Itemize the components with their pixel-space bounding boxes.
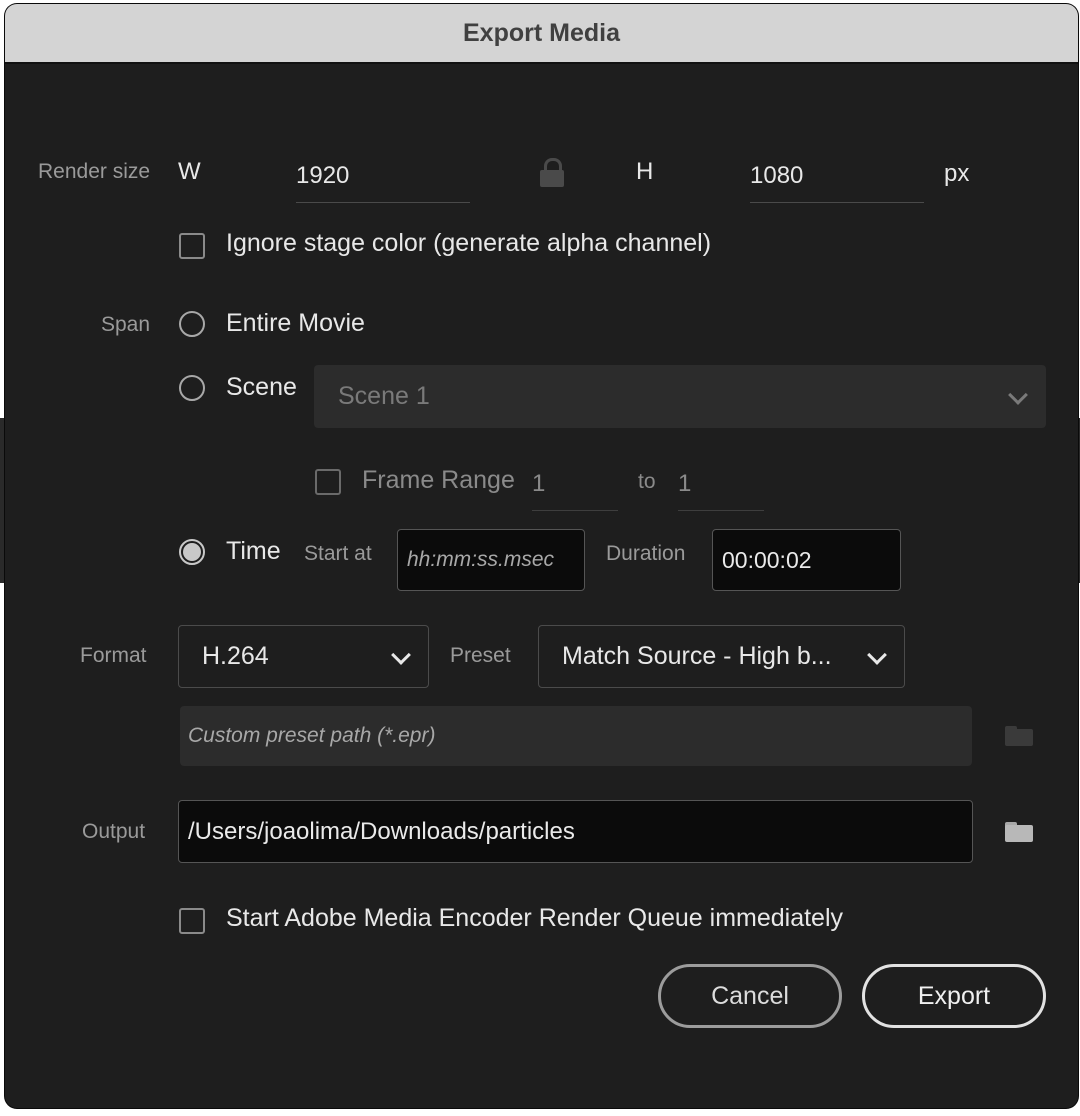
height-input[interactable]: 1080 (750, 154, 924, 203)
format-label: Format (80, 644, 147, 667)
folder-icon[interactable] (1005, 726, 1033, 746)
frame-range-from-input[interactable]: 1 (532, 462, 618, 511)
format-select[interactable]: H.264 (178, 625, 429, 688)
unit-label: px (944, 160, 970, 187)
time-label: Time (226, 537, 281, 565)
output-path-input[interactable]: /Users/joaolima/Downloads/particles (178, 800, 973, 863)
height-value: 1080 (750, 162, 804, 189)
frame-range-from-value: 1 (532, 470, 546, 497)
custom-preset-placeholder: Custom preset path (*.epr) (188, 724, 436, 747)
width-label: W (178, 158, 201, 185)
custom-preset-path-input[interactable]: Custom preset path (*.epr) (180, 706, 972, 766)
frame-range-to-value: 1 (678, 470, 692, 497)
width-input[interactable]: 1920 (296, 154, 470, 203)
span-label: Span (101, 313, 151, 336)
height-label: H (636, 158, 654, 185)
preset-select[interactable]: Match Source - High b... (538, 625, 905, 688)
lock-icon[interactable] (539, 158, 565, 188)
duration-label: Duration (606, 542, 686, 565)
scene-select[interactable]: Scene 1 (314, 365, 1046, 428)
ignore-stage-label: Ignore stage color (generate alpha chann… (226, 229, 712, 257)
render-size-label: Render size (38, 160, 151, 183)
chevron-down-icon (1008, 384, 1028, 405)
scene-label: Scene (226, 373, 297, 401)
start-at-placeholder: hh:mm:ss.msec (407, 548, 555, 571)
width-value: 1920 (296, 162, 350, 189)
duration-input[interactable]: 00:00:02 (712, 529, 901, 591)
preset-label: Preset (450, 644, 511, 667)
duration-value: 00:00:02 (722, 546, 812, 573)
export-button[interactable]: Export (862, 964, 1046, 1028)
folder-icon[interactable] (1005, 822, 1033, 842)
entire-movie-label: Entire Movie (226, 309, 365, 337)
export-media-dialog: Export Media Render size W 1920 H 1080 p… (5, 4, 1078, 1108)
time-radio[interactable] (179, 539, 205, 565)
chevron-down-icon (391, 644, 411, 665)
start-at-input[interactable]: hh:mm:ss.msec (397, 529, 585, 591)
frame-range-to-input[interactable]: 1 (678, 462, 764, 511)
output-path-value: /Users/joaolima/Downloads/particles (188, 817, 575, 845)
format-select-value: H.264 (202, 642, 269, 670)
frame-range-checkbox[interactable] (315, 469, 341, 495)
preset-select-value: Match Source - High b... (562, 642, 832, 670)
title-bar[interactable]: Export Media (5, 4, 1078, 64)
window-title: Export Media (463, 18, 620, 47)
scene-radio[interactable] (179, 375, 205, 401)
start-at-label: Start at (304, 542, 372, 565)
frame-range-label: Frame Range (362, 466, 515, 494)
output-label: Output (82, 820, 146, 843)
ame-queue-checkbox[interactable] (179, 908, 205, 934)
entire-movie-radio[interactable] (179, 311, 205, 337)
frame-range-to-label: to (638, 470, 656, 493)
ame-queue-label: Start Adobe Media Encoder Render Queue i… (226, 904, 844, 932)
ignore-stage-checkbox[interactable] (179, 233, 205, 259)
scene-select-value: Scene 1 (338, 382, 430, 410)
cancel-button[interactable]: Cancel (658, 964, 842, 1028)
chevron-down-icon (867, 644, 887, 665)
